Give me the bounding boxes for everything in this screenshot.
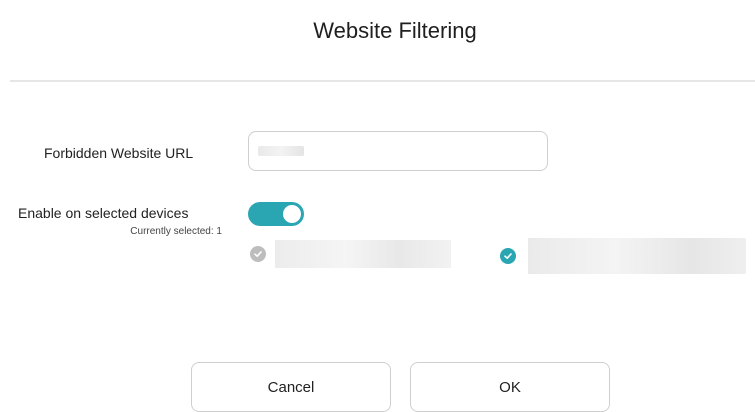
currently-selected-count: Currently selected: 1 bbox=[130, 226, 222, 237]
enable-devices-toggle[interactable] bbox=[248, 202, 304, 226]
forbidden-url-label: Forbidden Website URL bbox=[44, 145, 194, 161]
device-item[interactable] bbox=[250, 240, 451, 268]
toggle-knob bbox=[283, 205, 301, 223]
cancel-button[interactable]: Cancel bbox=[191, 362, 391, 412]
device-item[interactable] bbox=[500, 238, 746, 274]
device-name-redacted bbox=[528, 238, 746, 274]
title-divider bbox=[10, 80, 755, 82]
ok-button[interactable]: OK bbox=[410, 362, 610, 412]
device-name-redacted bbox=[275, 240, 451, 268]
check-circle-icon[interactable] bbox=[500, 248, 516, 264]
url-input-value-redacted bbox=[258, 146, 304, 156]
dialog-title: Website Filtering bbox=[313, 18, 477, 43]
enable-devices-label: Enable on selected devices bbox=[18, 205, 189, 221]
check-circle-icon[interactable] bbox=[250, 246, 266, 262]
